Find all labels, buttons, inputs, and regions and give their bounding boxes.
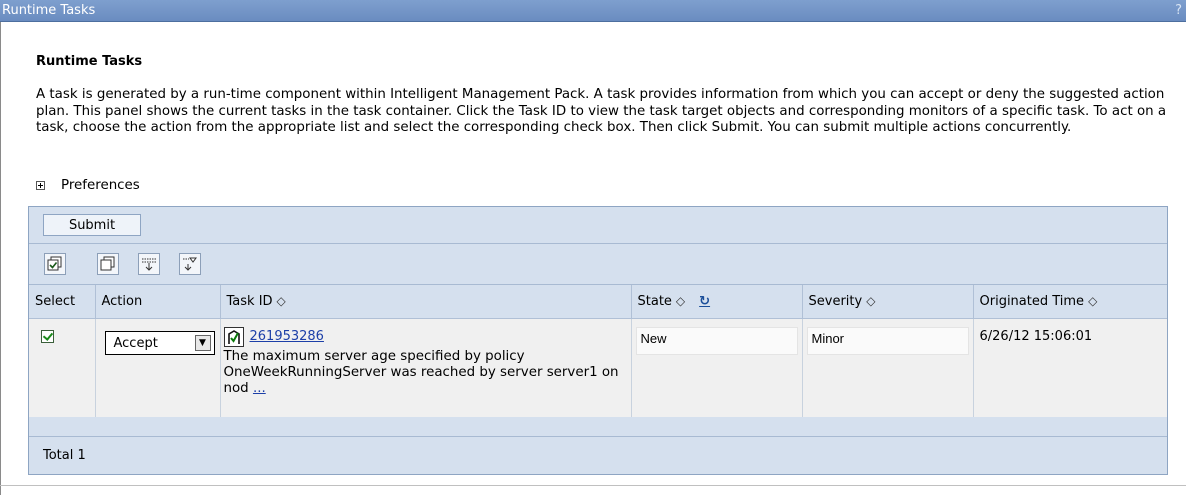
state-cell: New	[631, 318, 803, 417]
table-footer: Total 1	[29, 436, 1167, 476]
col-state[interactable]: State ◇ ↻	[631, 285, 803, 319]
submit-button[interactable]: Submit	[43, 214, 141, 236]
tasks-table: Select Action Task ID ◇ State ◇ ↻ Severity ◇…	[29, 285, 1167, 417]
deselect-all-icon[interactable]	[97, 253, 119, 275]
sort-icon[interactable]: ◇	[866, 294, 875, 308]
task-type-icon	[223, 327, 244, 347]
submit-row: Submit	[29, 207, 1167, 244]
action-selected-value: Accept	[113, 336, 158, 351]
expand-icon[interactable]	[36, 181, 45, 190]
table-toolbar	[29, 244, 1167, 285]
window-titlebar: Runtime Tasks ?	[0, 0, 1186, 22]
select-cell	[29, 318, 96, 417]
task-description: The maximum server age specified by poli…	[223, 349, 619, 396]
col-task-id[interactable]: Task ID ◇	[220, 285, 632, 319]
sort-icon[interactable]: ◇	[1088, 294, 1097, 308]
originated-cell: 6/26/12 15:06:01	[973, 318, 1167, 417]
col-action: Action	[95, 285, 221, 319]
bottom-border	[0, 485, 1186, 486]
row-checkbox[interactable]	[41, 330, 54, 343]
left-border	[0, 22, 1, 495]
more-link[interactable]: ...	[253, 381, 266, 396]
task-id-link[interactable]: 261953286	[250, 329, 324, 344]
window-title: Runtime Tasks	[2, 3, 96, 18]
table-row: Accept ▼ 261953286 The maximum server ag…	[29, 318, 1167, 417]
preferences-label: Preferences	[61, 178, 140, 193]
clear-filter-icon[interactable]	[179, 253, 201, 275]
task-cell: 261953286 The maximum server age specifi…	[220, 318, 632, 417]
tasks-panel: Submit Select Action Task ID ◇ State ◇ ↻…	[28, 206, 1168, 475]
help-icon[interactable]: ?	[1175, 3, 1182, 18]
sort-icon[interactable]: ◇	[277, 294, 286, 308]
total-count: Total 1	[43, 448, 86, 463]
page-title: Runtime Tasks	[36, 54, 143, 69]
col-select: Select	[29, 285, 96, 319]
chevron-down-icon[interactable]: ▼	[194, 335, 211, 351]
sort-icon[interactable]: ◇	[676, 294, 685, 308]
col-severity[interactable]: Severity ◇	[802, 285, 974, 319]
state-value: New	[635, 327, 798, 355]
select-all-icon[interactable]	[44, 253, 66, 275]
severity-value: Minor	[806, 327, 969, 355]
page-description: A task is generated by a run-time compon…	[36, 87, 1167, 135]
show-filter-icon[interactable]	[138, 253, 160, 275]
severity-cell: Minor	[802, 318, 974, 417]
action-select[interactable]: Accept ▼	[104, 331, 215, 355]
originated-value: 6/26/12 15:06:01	[979, 329, 1093, 344]
preferences-toggle[interactable]: Preferences	[36, 178, 140, 193]
action-cell: Accept ▼	[95, 318, 221, 417]
table-header-row: Select Action Task ID ◇ State ◇ ↻ Severity ◇…	[29, 285, 1167, 319]
col-originated[interactable]: Originated Time ◇	[973, 285, 1167, 319]
refresh-icon[interactable]: ↻	[699, 294, 710, 309]
